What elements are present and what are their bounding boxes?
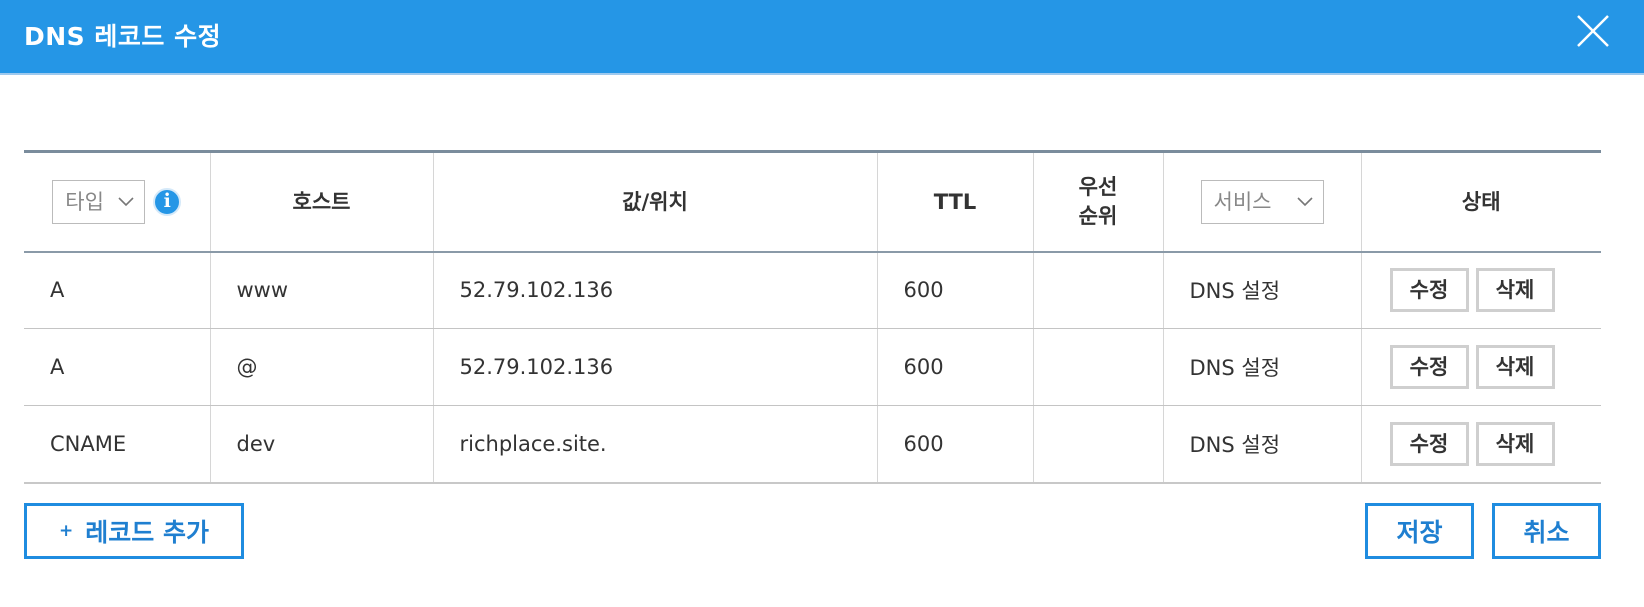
cell-value: 52.79.102.136 [432, 328, 877, 406]
dialog-header: DNS 레코드 수정 [0, 0, 1644, 75]
cell-service: DNS 설정 [1162, 251, 1361, 329]
edit-button[interactable]: 수정 [1389, 421, 1469, 466]
cell-host: www [209, 251, 433, 329]
cell-type: A [24, 328, 210, 406]
chevron-down-icon [1296, 197, 1313, 206]
cell-service: DNS 설정 [1162, 328, 1361, 406]
info-icon[interactable]: i [153, 187, 182, 216]
cell-status: 수정 삭제 [1360, 328, 1601, 406]
header-priority: 우선 순위 [1032, 151, 1163, 253]
cancel-button[interactable]: 취소 [1492, 503, 1601, 559]
delete-button[interactable]: 삭제 [1475, 421, 1555, 466]
header-type: 타입 i [24, 151, 210, 253]
header-service: 서비스 [1162, 151, 1361, 253]
save-button[interactable]: 저장 [1365, 503, 1474, 559]
cell-type: A [24, 251, 210, 329]
delete-button[interactable]: 삭제 [1475, 268, 1555, 313]
table-row: A www 52.79.102.136 600 DNS 설정 수정 삭제 [24, 251, 1601, 329]
cell-value: 52.79.102.136 [432, 251, 877, 329]
delete-button[interactable]: 삭제 [1475, 345, 1555, 389]
cell-priority [1032, 328, 1163, 406]
chevron-down-icon [118, 197, 134, 206]
cell-service: DNS 설정 [1162, 405, 1361, 484]
type-filter-label: 타입 [65, 189, 104, 214]
close-icon [1577, 15, 1609, 47]
add-record-button[interactable]: + 레코드 추가 [24, 503, 244, 559]
table-row: A @ 52.79.102.136 600 DNS 설정 수정 삭제 [24, 328, 1601, 406]
header-ttl: TTL [876, 151, 1033, 253]
dialog-title: DNS 레코드 수정 [24, 22, 222, 51]
table-row: CNAME dev richplace.site. 600 DNS 설정 수정 삭… [24, 405, 1601, 484]
cell-ttl: 600 [876, 405, 1033, 484]
plus-icon: + [59, 521, 74, 541]
cell-host: @ [209, 328, 433, 406]
service-filter-label: 서비스 [1213, 189, 1272, 214]
cell-status: 수정 삭제 [1360, 405, 1601, 484]
table-header-row: 타입 i 호스트 값/위치 TTL 우선 순위 서비스 상태 [24, 151, 1601, 253]
cell-value: richplace.site. [432, 405, 877, 484]
cell-ttl: 600 [876, 328, 1033, 406]
cell-priority [1032, 405, 1163, 484]
cell-type: CNAME [24, 405, 210, 484]
add-record-label: 레코드 추가 [85, 518, 209, 547]
header-host: 호스트 [209, 151, 433, 253]
header-value: 값/위치 [432, 151, 877, 253]
header-status: 상태 [1360, 151, 1601, 253]
header-priority-line1: 우선 [1078, 175, 1118, 200]
type-filter-dropdown[interactable]: 타입 [52, 179, 146, 224]
edit-button[interactable]: 수정 [1389, 345, 1469, 389]
edit-button[interactable]: 수정 [1389, 268, 1469, 313]
service-filter-dropdown[interactable]: 서비스 [1200, 179, 1324, 224]
cell-priority [1032, 251, 1163, 329]
cell-host: dev [209, 405, 433, 484]
dns-records-table: 타입 i 호스트 값/위치 TTL 우선 순위 서비스 상태 A www 52.… [24, 150, 1601, 484]
close-button[interactable] [1576, 14, 1610, 48]
cell-ttl: 600 [876, 251, 1033, 329]
header-priority-line2: 순위 [1078, 203, 1118, 228]
cell-status: 수정 삭제 [1360, 251, 1601, 329]
